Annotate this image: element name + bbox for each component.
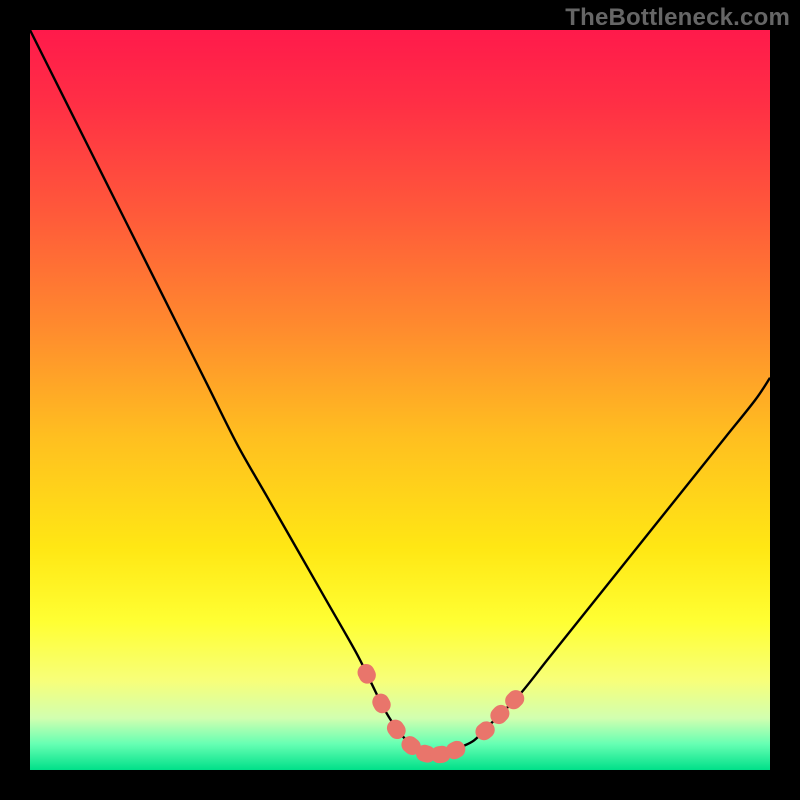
- chart-frame: TheBottleneck.com: [0, 0, 800, 800]
- gradient-background: [30, 30, 770, 770]
- chart-svg: [30, 30, 770, 770]
- plot-area: [30, 30, 770, 770]
- watermark-text: TheBottleneck.com: [565, 4, 790, 32]
